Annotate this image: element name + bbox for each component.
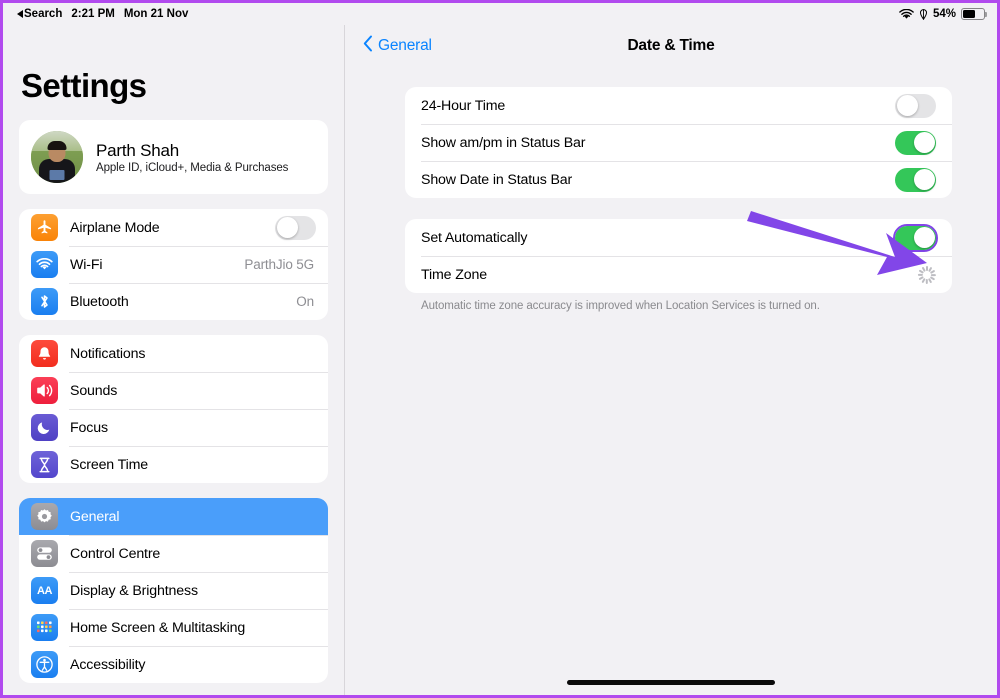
sidebar-item-general[interactable]: General [19,498,328,535]
row-24-hour-time[interactable]: 24-Hour Time [405,87,952,124]
sidebar-item-label: Notifications [70,345,146,362]
profile-row[interactable]: Parth Shah Apple ID, iCloud+, Media & Pu… [19,120,328,194]
sidebar-item-label: Focus [70,419,108,436]
status-bar-back-label: Search [24,8,63,20]
row-label: Time Zone [421,266,487,283]
airplane-icon [31,214,58,241]
sidebar-item-label: General [70,508,120,525]
set-automatically-toggle[interactable] [893,223,938,252]
status-bar-date: Mon 21 Nov [123,8,189,20]
detail-title: Date & Time [627,37,715,54]
sidebar-item-sounds[interactable]: Sounds [19,372,328,409]
detail-pane: General Date & Time 24-Hour Time Show am… [345,25,997,695]
moon-icon [31,414,58,441]
ipad-settings-screen: Search 2:21 PM Mon 21 Nov 54% Settings P… [0,0,1000,698]
sidebar-item-label: Bluetooth [70,293,129,310]
profile-card[interactable]: Parth Shah Apple ID, iCloud+, Media & Pu… [19,120,328,194]
battery-icon [961,8,988,20]
row-label: Set Automatically [421,229,528,246]
sidebar-item-screen-time[interactable]: Screen Time [19,446,328,483]
row-set-automatically[interactable]: Set Automatically [405,219,952,256]
row-show-ampm[interactable]: Show am/pm in Status Bar [405,124,952,161]
show-ampm-toggle[interactable] [895,130,936,155]
sliders-icon [31,540,58,567]
aa-text-icon: AA [31,577,58,604]
row-label: 24-Hour Time [421,97,506,114]
loading-spinner-icon [918,265,937,284]
24-hour-time-toggle[interactable] [895,93,936,118]
avatar [31,131,83,183]
chevron-left-icon [363,35,373,57]
profile-name: Parth Shah [96,140,180,160]
sidebar-item-wifi[interactable]: Wi-Fi ParthJio 5G [19,246,328,283]
sidebar-item-label: Accessibility [70,656,146,673]
sidebar-item-notifications[interactable]: Notifications [19,335,328,372]
hourglass-icon [31,451,58,478]
profile-subtitle: Apple ID, iCloud+, Media & Purchases [96,161,289,174]
bell-icon [31,340,58,367]
time-zone-group: Set Automatically Time Zone [405,219,952,293]
date-time-display-group: 24-Hour Time Show am/pm in Status Bar Sh… [405,87,952,198]
battery-percent-label: 54% [932,8,956,20]
airplane-mode-toggle[interactable] [275,215,316,240]
detail-body: 24-Hour Time Show am/pm in Status Bar Sh… [345,67,997,312]
main-content: Settings Parth Shah Apple ID, iCloud+, M… [3,25,997,695]
status-bar-left: Search 2:21 PM Mon 21 Nov [17,8,188,20]
row-show-date[interactable]: Show Date in Status Bar [405,161,952,198]
accessibility-icon [31,651,58,678]
sidebar-item-display-brightness[interactable]: AA Display & Brightness [19,572,328,609]
gear-icon [31,503,58,530]
sidebar-item-label: Sounds [70,382,118,399]
row-label: Show Date in Status Bar [421,171,573,188]
sidebar-item-label: Control Centre [70,545,161,562]
sidebar-item-home-screen-multitasking[interactable]: Home Screen & Multitasking [19,609,328,646]
bluetooth-state-value: On [296,294,314,309]
sidebar-item-label: Wi-Fi [70,256,103,273]
wifi-icon [31,251,58,278]
detail-header: General Date & Time [345,25,997,67]
page-title: Settings [21,67,147,104]
sidebar-item-label: Home Screen & Multitasking [70,619,246,636]
status-bar: Search 2:21 PM Mon 21 Nov 54% [3,3,997,25]
sidebar-item-accessibility[interactable]: Accessibility [19,646,328,683]
back-to-search-button[interactable]: Search [17,8,62,20]
app-grid-icon [31,614,58,641]
sidebar-item-bluetooth[interactable]: Bluetooth On [19,283,328,320]
sidebar-group-system: General Control Centre AA Display & Brig… [19,498,328,683]
wifi-icon [899,8,914,20]
settings-sidebar[interactable]: Settings Parth Shah Apple ID, iCloud+, M… [3,25,345,695]
sidebar-group-notifications: Notifications Sounds Focus Screen Time [19,335,328,483]
sidebar-item-label: Airplane Mode [70,219,160,236]
sidebar-item-control-centre[interactable]: Control Centre [19,535,328,572]
time-zone-footer-note: Automatic time zone accuracy is improved… [421,300,820,312]
back-button-label: General [378,37,432,54]
home-indicator [567,680,775,685]
back-triangle-icon [17,10,23,18]
row-time-zone[interactable]: Time Zone [405,256,952,293]
sidebar-item-airplane-mode[interactable]: Airplane Mode [19,209,328,246]
show-date-toggle[interactable] [895,167,936,192]
sidebar-item-label: Display & Brightness [70,582,198,599]
status-bar-right: 54% [899,8,988,20]
location-services-icon [919,8,928,20]
wifi-network-value: ParthJio 5G [244,257,314,272]
sidebar-group-connectivity: Airplane Mode Wi-Fi ParthJio 5G Bluetoot… [19,209,328,320]
back-to-general-button[interactable]: General [363,35,432,57]
row-label: Show am/pm in Status Bar [421,134,586,151]
sidebar-item-focus[interactable]: Focus [19,409,328,446]
sidebar-item-label: Screen Time [70,456,148,473]
speaker-icon [31,377,58,404]
bluetooth-icon [31,288,58,315]
status-bar-time: 2:21 PM [71,8,115,20]
